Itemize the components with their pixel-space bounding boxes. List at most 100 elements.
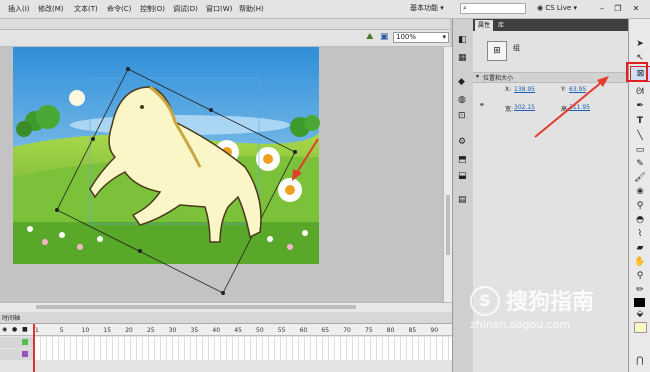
frame-number: 20: [125, 327, 133, 334]
deco-tool-icon[interactable]: ❀: [632, 185, 648, 199]
swatches-icon[interactable]: ▦: [458, 53, 467, 63]
tab-properties[interactable]: 属性: [475, 20, 494, 31]
tool-highlight-box: [626, 62, 648, 82]
layer-color-square: [22, 339, 28, 345]
tab-library[interactable]: 库: [495, 20, 507, 31]
frame-number: 30: [168, 327, 177, 334]
lock-icon[interactable]: ●: [12, 326, 17, 333]
zoom-value: 100%: [396, 33, 417, 41]
lasso-tool-icon[interactable]: ᘛ: [632, 85, 648, 99]
rectangle-tool-icon[interactable]: ▭: [632, 143, 648, 157]
workspace-dropdown[interactable]: 基本功能 ▾: [410, 3, 450, 14]
document-bar: [0, 19, 450, 30]
line-tool-icon[interactable]: ╲: [632, 129, 648, 143]
menu-modify[interactable]: 修改(M): [38, 4, 64, 14]
stage-canvas[interactable]: [0, 47, 443, 302]
sun: [69, 90, 85, 106]
frame-number: 10: [81, 327, 90, 334]
frame-number: 40: [212, 327, 221, 334]
menu-commands[interactable]: 命令(C): [107, 4, 131, 14]
selection-tool-icon[interactable]: ➤: [632, 37, 648, 51]
menu-debug[interactable]: 调试(D): [173, 4, 198, 14]
horizontal-scrollbar[interactable]: [0, 302, 452, 312]
layer-row-1[interactable]: [0, 337, 33, 348]
frame-number: 5: [59, 327, 64, 334]
restore-button[interactable]: ❐: [612, 4, 624, 13]
frame-number: 25: [147, 327, 155, 334]
fill-color-swatch[interactable]: [634, 322, 647, 333]
menu-insert[interactable]: 插入(I): [8, 4, 30, 14]
frame-number: 65: [321, 327, 330, 334]
motion-presets-icon[interactable]: ⚙: [458, 137, 466, 147]
chevron-down-icon: ▾: [442, 33, 446, 41]
menu-bar: 插入(I) 修改(M) 文本(T) 命令(C) 控制(O) 调试(D) 窗口(W…: [0, 0, 650, 19]
info-icon[interactable]: ◆: [458, 77, 465, 87]
horizontal-scroll-thumb[interactable]: [36, 305, 356, 309]
frame-number: 15: [103, 327, 112, 334]
frame-number: 45: [234, 327, 242, 334]
search-icon: ⌕: [463, 4, 467, 12]
watermark-url: zhinan.sogou.com: [470, 318, 571, 331]
menu-help[interactable]: 帮助(H): [239, 4, 264, 14]
brush-tool-icon[interactable]: 🖌: [632, 171, 648, 185]
timeline-tab[interactable]: 时间轴: [2, 313, 20, 322]
close-button[interactable]: ✕: [630, 4, 642, 13]
edit-symbols-icon[interactable]: ⛰: [366, 32, 374, 42]
zoom-tool-icon[interactable]: ⚲: [632, 269, 648, 283]
menu-text[interactable]: 文本(T): [74, 4, 98, 14]
stroke-color-icon[interactable]: ✏: [632, 283, 648, 297]
frame-grid[interactable]: [35, 337, 452, 360]
red-arrow-annotation: [534, 76, 609, 138]
minimize-button[interactable]: –: [596, 4, 608, 13]
layer-color-square: [22, 351, 28, 357]
eye-icon[interactable]: ◉: [2, 326, 7, 333]
chevron-down-icon: ▾: [573, 4, 577, 12]
pencil-tool-icon[interactable]: ✎: [632, 157, 648, 171]
watermark-logo-icon: S: [470, 286, 500, 316]
cs-live-label: CS Live: [545, 4, 572, 12]
properties-tabs: 属性 库: [473, 19, 628, 31]
paint-bucket-tool-icon[interactable]: ◓: [632, 213, 648, 227]
vertical-scroll-thumb[interactable]: [446, 195, 450, 255]
frame-number: 1: [35, 327, 39, 334]
eyedropper-tool-icon[interactable]: ⌇: [632, 227, 648, 241]
transform-icon[interactable]: ⊡: [458, 111, 466, 121]
workspace-label: 基本功能: [410, 4, 438, 12]
color-panel-icon[interactable]: ◧: [458, 35, 467, 45]
frame-number: 35: [190, 327, 199, 334]
hand-tool-icon[interactable]: ✋: [632, 255, 648, 269]
chevron-down-icon: ▾: [440, 4, 444, 12]
layer-row-2[interactable]: [0, 349, 33, 360]
edit-scene-icon[interactable]: ▣: [380, 32, 389, 42]
zoom-select[interactable]: 100% ▾: [393, 32, 449, 43]
cs-live-button[interactable]: ◉ CS Live ▾: [537, 4, 577, 12]
project-icon[interactable]: ▤: [458, 195, 467, 205]
frame-number: 55: [277, 327, 286, 334]
frame-number: 90: [430, 327, 439, 334]
menu-window[interactable]: 窗口(W): [206, 4, 232, 14]
frame-number: 75: [365, 327, 373, 334]
components-icon[interactable]: ⬒: [458, 155, 467, 165]
menu-control[interactable]: 控制(O): [140, 4, 165, 14]
snap-magnet-icon[interactable]: ⋂: [632, 354, 648, 368]
fill-color-icon[interactable]: ⬙: [632, 307, 648, 321]
stage-area[interactable]: [0, 47, 443, 302]
text-tool-icon[interactable]: T: [632, 114, 648, 128]
stroke-color-swatch[interactable]: [634, 298, 645, 307]
frame-number: 70: [343, 327, 351, 334]
search-input[interactable]: ⌕: [460, 3, 526, 14]
edit-toolbar: ⛰ ▣ 100% ▾: [0, 30, 450, 47]
pen-tool-icon[interactable]: ✒: [632, 99, 648, 113]
outline-icon[interactable]: ■: [22, 326, 28, 333]
timeline-header: 时间轴: [0, 312, 452, 324]
eraser-tool-icon[interactable]: ▰: [632, 241, 648, 255]
actions-icon[interactable]: ⬓: [458, 171, 467, 181]
frame-number: 60: [299, 327, 308, 334]
frame-ruler: 1 5 10 15 20 25 30 35 40 45 50 55 60 65 70 75 80 85 90: [0, 324, 452, 336]
library-icon[interactable]: ◍: [458, 95, 466, 105]
watermark-text: 搜狗指南: [506, 290, 595, 315]
bone-tool-icon[interactable]: ⚲: [632, 199, 648, 213]
cs-live-icon: ◉: [537, 4, 544, 12]
instance-icon: ⊞: [487, 41, 507, 61]
timeline-panel[interactable]: 1 5 10 15 20 25 30 35 40 45 50 55 60 65 70 75 80 85 90 ◉ ●…: [0, 324, 452, 372]
